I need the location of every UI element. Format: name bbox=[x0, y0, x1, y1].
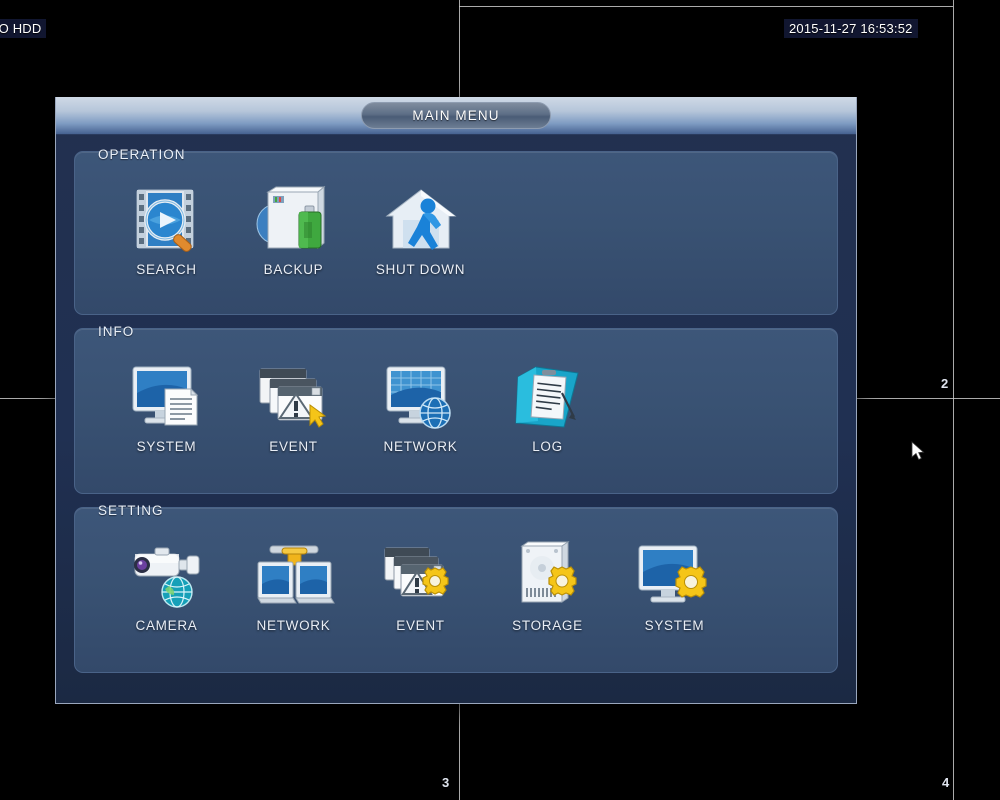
monitor-gear-icon bbox=[633, 540, 717, 614]
two-monitors-link-icon bbox=[252, 540, 336, 614]
folder-log-icon bbox=[506, 361, 590, 435]
house-exit-icon bbox=[379, 184, 463, 258]
monitor-document-icon bbox=[125, 361, 209, 435]
menu-label-shutdown: SHUT DOWN bbox=[376, 262, 465, 277]
menu-item-info-system[interactable]: SYSTEM bbox=[103, 361, 230, 454]
menu-item-setting-event[interactable]: EVENT bbox=[357, 540, 484, 633]
windows-warning-icon bbox=[252, 361, 336, 435]
main-menu-title: MAIN MENU bbox=[361, 102, 551, 129]
operation-icon-row: SEARCH bbox=[75, 152, 837, 277]
menu-label-info-network: NETWORK bbox=[384, 439, 458, 454]
main-menu-body: OPERATION bbox=[56, 135, 856, 696]
setting-icon-row: CAMERA bbox=[75, 508, 837, 633]
menu-item-info-network[interactable]: NETWORK bbox=[357, 361, 484, 454]
timestamp-label: 2015-11-27 16:53:52 bbox=[784, 19, 918, 38]
menu-label-setting-network: NETWORK bbox=[257, 618, 331, 633]
menu-label-setting-event: EVENT bbox=[396, 618, 445, 633]
channel-number-4: 4 bbox=[942, 775, 949, 790]
info-icon-row: SYSTEM bbox=[75, 329, 837, 454]
menu-label-setting-camera: CAMERA bbox=[136, 618, 198, 633]
menu-label-info-event: EVENT bbox=[269, 439, 318, 454]
film-search-icon bbox=[125, 184, 209, 258]
menu-label-backup: BACKUP bbox=[264, 262, 324, 277]
section-header-info: INFO bbox=[84, 319, 192, 344]
menu-label-setting-system: SYSTEM bbox=[645, 618, 705, 633]
section-setting: SETTING bbox=[74, 507, 838, 673]
menu-item-setting-storage[interactable]: STORAGE bbox=[484, 540, 611, 633]
dvr-live-view: NO HDD 2015-11-27 16:53:52 2 3 4 MAIN ME… bbox=[0, 0, 1000, 800]
menu-item-info-log[interactable]: LOG bbox=[484, 361, 611, 454]
menu-item-setting-system[interactable]: SYSTEM bbox=[611, 540, 738, 633]
menu-item-info-event[interactable]: EVENT bbox=[230, 361, 357, 454]
menu-item-setting-network[interactable]: NETWORK bbox=[230, 540, 357, 633]
hdd-status-label: NO HDD bbox=[0, 19, 46, 38]
menu-item-setting-camera[interactable]: CAMERA bbox=[103, 540, 230, 633]
windows-warning-gear-icon bbox=[379, 540, 463, 614]
mouse-cursor-icon bbox=[912, 442, 926, 462]
drive-usb-icon bbox=[252, 184, 336, 258]
menu-item-search[interactable]: SEARCH bbox=[103, 184, 230, 277]
hdd-gear-icon bbox=[506, 540, 590, 614]
main-menu-window: MAIN MENU OPERATION bbox=[55, 97, 857, 704]
section-header-operation: OPERATION bbox=[84, 142, 212, 167]
menu-label-setting-storage: STORAGE bbox=[512, 618, 583, 633]
menu-item-backup[interactable]: BACKUP bbox=[230, 184, 357, 277]
monitor-globe-icon bbox=[379, 361, 463, 435]
menu-label-info-system: SYSTEM bbox=[137, 439, 197, 454]
channel-number-2: 2 bbox=[941, 376, 948, 391]
grid-divider-top bbox=[459, 6, 953, 7]
menu-item-shutdown[interactable]: SHUT DOWN bbox=[357, 184, 484, 277]
menu-label-search: SEARCH bbox=[136, 262, 196, 277]
main-menu-title-bar: MAIN MENU bbox=[56, 97, 856, 135]
section-header-setting: SETTING bbox=[84, 498, 192, 523]
grid-divider-vertical-right bbox=[953, 0, 954, 800]
section-info: INFO bbox=[74, 328, 838, 494]
section-operation: OPERATION bbox=[74, 151, 838, 315]
menu-label-info-log: LOG bbox=[532, 439, 563, 454]
channel-number-3: 3 bbox=[442, 775, 449, 790]
bullet-camera-globe-icon bbox=[125, 540, 209, 614]
